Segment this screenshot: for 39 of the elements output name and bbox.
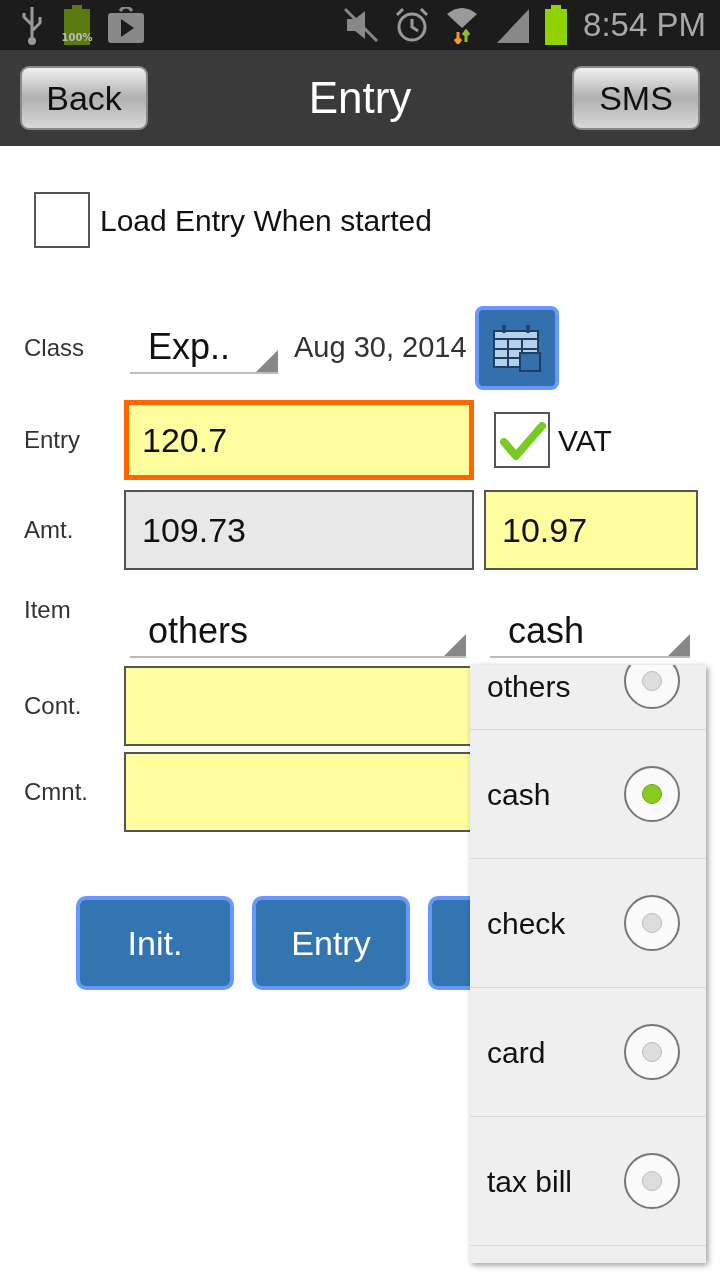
sms-button[interactable]: SMS xyxy=(572,66,700,130)
amount-field: 109.73 xyxy=(124,490,474,570)
signal-icon xyxy=(495,7,530,43)
class-dropdown[interactable]: Exp.. xyxy=(130,322,278,374)
calendar-button[interactable] xyxy=(474,306,559,390)
menu-item[interactable]: tax bill xyxy=(487,1158,573,1204)
radio-button[interactable] xyxy=(624,1024,680,1080)
vat-checkbox[interactable] xyxy=(494,412,550,468)
action-button[interactable]: Init. xyxy=(76,896,234,990)
date-text: Aug 30, 2014 xyxy=(294,330,467,366)
field-label: Entry xyxy=(24,425,81,455)
checkbox-label: Load Entry When started xyxy=(100,202,432,239)
battery-icon xyxy=(545,5,568,45)
radio-button[interactable] xyxy=(624,665,680,709)
checkbox-label: VAT xyxy=(558,422,612,459)
field-label: Class xyxy=(24,333,85,363)
field-label: Item xyxy=(24,595,72,625)
checkbox[interactable] xyxy=(34,192,90,248)
battery-icon xyxy=(62,5,92,45)
menu-item[interactable]: card xyxy=(487,1029,546,1075)
field-label: Cmnt. xyxy=(24,777,89,807)
radio-button[interactable] xyxy=(624,895,680,951)
screen-title: Entry xyxy=(308,72,412,124)
back-button[interactable]: Back xyxy=(20,66,148,130)
radio-button[interactable] xyxy=(624,1153,680,1209)
play-icon xyxy=(108,7,144,43)
alarm-icon xyxy=(395,7,430,43)
vat-field[interactable]: 10.97 xyxy=(484,490,698,570)
action-button[interactable]: Entry xyxy=(252,896,410,990)
radio-button[interactable] xyxy=(624,766,680,822)
battery-percent: 100% xyxy=(61,31,93,45)
field-label: Cont. xyxy=(24,691,83,721)
entry-field[interactable]: 120.7 xyxy=(124,400,474,480)
menu-item[interactable]: others xyxy=(487,665,571,709)
mute-icon xyxy=(343,7,380,43)
clock-time: 8:54 PM xyxy=(583,5,706,46)
menu-item[interactable]: cash xyxy=(487,771,551,817)
menu-item[interactable]: check xyxy=(487,900,566,946)
field-label: Amt. xyxy=(24,515,75,545)
